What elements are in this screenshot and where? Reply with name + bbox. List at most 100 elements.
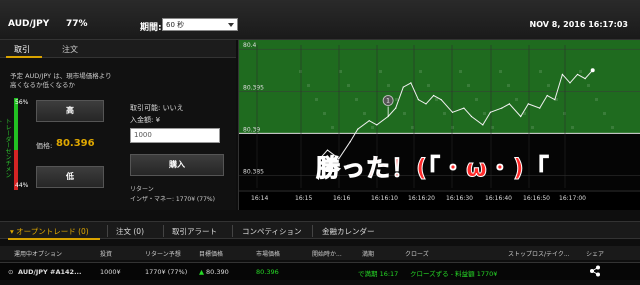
- map-dot: [595, 98, 598, 101]
- close-cell[interactable]: クローズずる - 料益額 1770¥: [410, 268, 497, 278]
- tab-divider: [232, 225, 233, 237]
- bottom-tabs: ▾ オープントレード (0) 注文 (0) 取引アラート コンペティション 金融…: [0, 221, 640, 240]
- map-dot: [563, 112, 566, 115]
- column-header[interactable]: 満期: [362, 249, 374, 258]
- price-point: [376, 124, 378, 126]
- map-dot: [531, 126, 534, 129]
- column-header[interactable]: 目標価格: [199, 249, 223, 258]
- map-dot: [403, 112, 406, 115]
- price-point: [425, 103, 427, 105]
- y-tick-label: 80.385: [243, 168, 264, 175]
- price-point: [402, 86, 404, 88]
- column-header[interactable]: 運用中オプション: [14, 249, 62, 258]
- overlay-caption: 勝った！(「・ω・)「: [316, 154, 550, 183]
- amount-label: 入金額: ¥: [130, 116, 161, 124]
- x-tick-label: 16:16:10: [371, 195, 398, 202]
- tab-calendar[interactable]: 金融カレンダー: [322, 226, 375, 237]
- option-cell: AUD/JPY #A142...: [18, 268, 82, 276]
- map-dot: [539, 70, 542, 73]
- expiry-select[interactable]: 60 秒: [162, 18, 238, 31]
- map-dot: [387, 84, 390, 87]
- map-dot: [419, 70, 422, 73]
- map-dot: [371, 126, 374, 129]
- map-dot: [331, 126, 334, 129]
- column-header[interactable]: 投資: [100, 249, 112, 258]
- price-point: [482, 124, 484, 126]
- map-dot: [427, 84, 430, 87]
- tab-trade[interactable]: 取引: [14, 44, 30, 55]
- map-dot: [443, 112, 446, 115]
- map-dot: [491, 126, 494, 129]
- map-dot: [411, 126, 414, 129]
- sentiment-high-pct: 56%: [15, 99, 29, 106]
- price-chart[interactable]: 80.4 80.395 80.39 80.385 16:14 16:15 16:16 16:1…: [238, 40, 640, 210]
- market-price-cell: 80.396: [256, 268, 279, 276]
- column-header[interactable]: ストップロス/テイク...: [508, 249, 570, 258]
- column-header[interactable]: リターン予想: [145, 249, 181, 258]
- buy-button[interactable]: 購入: [130, 154, 224, 176]
- column-header[interactable]: クローズ: [405, 249, 429, 258]
- price-point: [539, 107, 541, 109]
- up-arrow-icon: ▲: [199, 268, 204, 276]
- map-dot: [507, 84, 510, 87]
- map-dot: [459, 70, 462, 73]
- map-dot: [499, 70, 502, 73]
- map-dot: [307, 84, 310, 87]
- high-button[interactable]: 高: [36, 100, 104, 122]
- column-header[interactable]: シェア: [586, 249, 604, 258]
- tab-open-trades-label: オープントレード (0): [16, 227, 89, 236]
- asset-pair[interactable]: AUD/JPY: [8, 19, 49, 29]
- tab-trade-alerts[interactable]: 取引アラート: [172, 226, 217, 237]
- map-dot: [379, 70, 382, 73]
- chevron-down-icon: [228, 23, 234, 27]
- map-dot: [611, 126, 614, 129]
- table-row[interactable]: ⊙ AUD/JPY #A142... 1000¥ 1770¥ (77%) ▲ 8…: [0, 262, 640, 280]
- price-point: [584, 78, 586, 80]
- price-point: [463, 107, 465, 109]
- map-dot: [355, 98, 358, 101]
- tab-orders[interactable]: 注文 (0): [116, 226, 144, 237]
- price-point: [508, 103, 510, 105]
- tab-open-trades[interactable]: ▾ オープントレード (0): [10, 226, 89, 237]
- map-dot: [571, 126, 574, 129]
- expiry-cell: で満期 16:17: [358, 270, 399, 278]
- amount-input[interactable]: 1000: [130, 128, 220, 143]
- price-point: [501, 107, 503, 109]
- map-dot: [435, 98, 438, 101]
- return-label: リターン: [130, 186, 154, 193]
- map-dot: [339, 70, 342, 73]
- tab-divider: [312, 225, 313, 237]
- price-label: 価格:: [36, 142, 53, 150]
- x-tick-label: 16:16:40: [485, 195, 512, 202]
- trade-panel: 予定 AUD/JPY は、現市場価格より高くなるか低くなるか トレーダーセンチメ…: [0, 58, 236, 210]
- sentiment-low-pct: 44%: [15, 182, 29, 189]
- price-value: 80.396: [56, 138, 95, 149]
- active-tab-indicator: [8, 238, 100, 240]
- tab-competition[interactable]: コンペティション: [242, 226, 302, 237]
- map-dot: [547, 84, 550, 87]
- price-point: [395, 107, 397, 109]
- low-button[interactable]: 低: [36, 166, 104, 188]
- map-dot: [315, 98, 318, 101]
- map-dot: [475, 98, 478, 101]
- in-the-money-value: インザ・マネー: 1770¥ (77%): [130, 196, 215, 203]
- top-bar: AUD/JPY 77% 期間: 60 秒 NOV 8, 2016 16:17:0…: [0, 0, 640, 40]
- server-datetime: NOV 8, 2016 16:17:03: [529, 20, 629, 29]
- column-header[interactable]: 開始時か...: [312, 249, 342, 258]
- expiry-value: 60 秒: [166, 21, 185, 29]
- price-point: [432, 94, 435, 97]
- column-header[interactable]: 市場価格: [256, 249, 280, 258]
- map-dot: [467, 84, 470, 87]
- chart-svg: 80.4 80.395 80.39 80.385 16:14 16:15 16:16 16:1…: [239, 40, 640, 202]
- price-point: [527, 103, 529, 105]
- map-dot: [299, 70, 302, 73]
- tab-order[interactable]: 注文: [62, 44, 78, 55]
- map-dot: [603, 112, 606, 115]
- target-price-cell: 80.390: [206, 268, 229, 276]
- share-icon[interactable]: [589, 265, 601, 277]
- price-point: [440, 99, 442, 101]
- x-tick-label: 16:16:30: [446, 195, 473, 202]
- x-tick-label: 16:17:00: [559, 195, 586, 202]
- entry-marker-label: 1: [386, 98, 390, 105]
- price-point: [520, 115, 522, 118]
